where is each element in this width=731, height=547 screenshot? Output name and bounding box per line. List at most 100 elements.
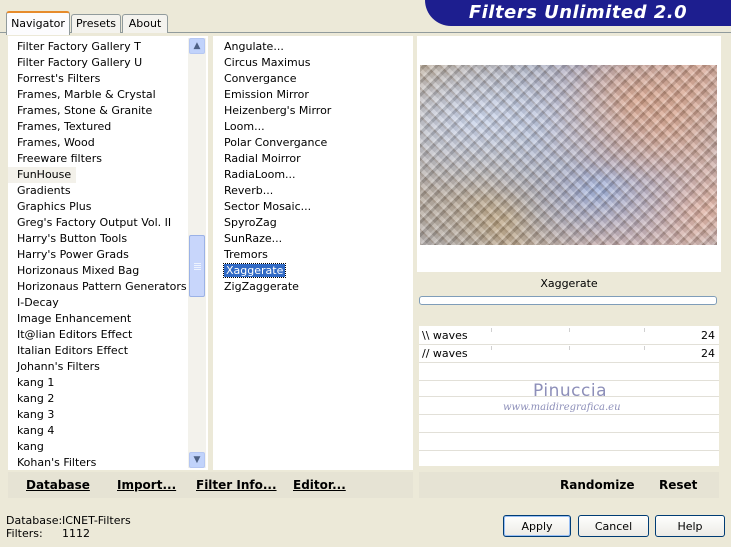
filter-item-label: Heizenberg's Mirror: [224, 104, 332, 117]
import-button[interactable]: Import...: [117, 478, 176, 492]
randomize-button[interactable]: Randomize: [560, 478, 634, 492]
category-item-label: I-Decay: [17, 296, 59, 309]
category-item[interactable]: Frames, Wood: [8, 135, 208, 151]
param-divider: [419, 432, 719, 433]
category-item-label: Frames, Wood: [17, 136, 95, 149]
tab-about[interactable]: About: [122, 14, 168, 33]
reset-button[interactable]: Reset: [659, 478, 697, 492]
filter-item-label: Reverb...: [224, 184, 274, 197]
filter-item[interactable]: SunRaze...: [213, 231, 413, 247]
category-item[interactable]: Graphics Plus: [8, 199, 208, 215]
watermark-name: Pinuccia: [533, 381, 607, 401]
category-item[interactable]: Gradients: [8, 183, 208, 199]
filter-item[interactable]: Emission Mirror: [213, 87, 413, 103]
category-item[interactable]: kang 1: [8, 375, 208, 391]
category-item-label: Filter Factory Gallery U: [17, 56, 143, 69]
filter-list[interactable]: Angulate... Circus Maximus Convergance Emis…: [213, 36, 413, 470]
scrollbar-thumb[interactable]: [189, 235, 205, 297]
category-item[interactable]: Horizonaus Mixed Bag: [8, 263, 208, 279]
category-item[interactable]: It@lian Editors Effect: [8, 327, 208, 343]
filters-count-label: Filters:: [6, 527, 43, 540]
editor-button[interactable]: Editor...: [293, 478, 346, 492]
filter-item-label: ZigZaggerate: [224, 280, 299, 293]
filter-item-label: Angulate...: [224, 40, 284, 53]
filter-item[interactable]: Circus Maximus: [213, 55, 413, 71]
category-item-label: FunHouse: [8, 167, 77, 183]
category-item[interactable]: Forrest's Filters: [8, 71, 208, 87]
category-item-label: kang 4: [17, 424, 55, 437]
category-item[interactable]: Horizonaus Pattern Generators: [8, 279, 208, 295]
category-item[interactable]: Filter Factory Gallery U: [8, 55, 208, 71]
help-button[interactable]: Help: [655, 515, 725, 537]
category-item-label: Horizonaus Mixed Bag: [17, 264, 140, 277]
filter-item-label: SunRaze...: [224, 232, 283, 245]
filter-item-label: Tremors: [224, 248, 268, 261]
filter-item[interactable]: SpyroZag: [213, 215, 413, 231]
category-item[interactable]: Harry's Power Grads: [8, 247, 208, 263]
param-divider: [419, 450, 719, 451]
category-item[interactable]: Freeware filters: [8, 151, 208, 167]
category-item[interactable]: Kohan's Filters: [8, 455, 208, 471]
cancel-button[interactable]: Cancel: [578, 515, 649, 537]
chevron-up-icon[interactable]: ▲: [189, 38, 205, 54]
category-item[interactable]: kang 3: [8, 407, 208, 423]
category-item[interactable]: Johann's Filters: [8, 359, 208, 375]
category-item-label: Frames, Textured: [17, 120, 112, 133]
tab-navigator[interactable]: Navigator: [6, 11, 70, 35]
category-item-label: Harry's Button Tools: [17, 232, 128, 245]
category-item-label: kang 3: [17, 408, 55, 421]
category-item[interactable]: I-Decay: [8, 295, 208, 311]
category-item[interactable]: Greg's Factory Output Vol. II: [8, 215, 208, 231]
database-info: Database:ICNET-Filters Filters: 1112: [6, 514, 131, 540]
filter-item[interactable]: Tremors: [213, 247, 413, 263]
filter-item[interactable]: RadiaLoom...: [213, 167, 413, 183]
category-item-label: Greg's Factory Output Vol. II: [17, 216, 172, 229]
preview-image: [420, 65, 717, 245]
filter-item-label: Loom...: [224, 120, 265, 133]
category-item[interactable]: kang 4: [8, 423, 208, 439]
filter-item[interactable]: Radial Moirror: [213, 151, 413, 167]
filter-item[interactable]: Xaggerate: [213, 263, 413, 279]
category-item[interactable]: Frames, Textured: [8, 119, 208, 135]
app-title-banner: Filters Unlimited 2.0: [425, 0, 731, 26]
filter-item-label: Sector Mosaic...: [224, 200, 312, 213]
filter-item[interactable]: Reverb...: [213, 183, 413, 199]
category-item[interactable]: Image Enhancement: [8, 311, 208, 327]
filter-item[interactable]: Heizenberg's Mirror: [213, 103, 413, 119]
category-item-label: Frames, Marble & Crystal: [17, 88, 156, 101]
category-item[interactable]: Frames, Marble & Crystal: [8, 87, 208, 103]
category-item[interactable]: FunHouse: [8, 167, 208, 183]
category-item[interactable]: Frames, Stone & Granite: [8, 103, 208, 119]
filter-item[interactable]: Convergance: [213, 71, 413, 87]
filter-info-button[interactable]: Filter Info...: [196, 478, 277, 492]
database-value: ICNET-Filters: [62, 514, 131, 527]
filter-item-label: RadiaLoom...: [224, 168, 296, 181]
category-item[interactable]: Filter Factory Gallery T: [8, 39, 208, 55]
param-row[interactable]: // waves 24: [419, 346, 719, 363]
tab-presets[interactable]: Presets: [71, 14, 121, 33]
filter-item-label: Convergance: [224, 72, 297, 85]
filter-item-label: Xaggerate: [222, 263, 287, 278]
category-item[interactable]: Italian Editors Effect: [8, 343, 208, 359]
filter-item-label: SpyroZag: [224, 216, 277, 229]
filter-item-label: Polar Convergance: [224, 136, 328, 149]
category-item[interactable]: Harry's Button Tools: [8, 231, 208, 247]
filter-item[interactable]: Sector Mosaic...: [213, 199, 413, 215]
filter-item[interactable]: Loom...: [213, 119, 413, 135]
category-item[interactable]: kang: [8, 439, 208, 455]
apply-button[interactable]: Apply: [503, 515, 571, 537]
param-name: // waves: [422, 347, 468, 360]
database-button[interactable]: Database: [26, 478, 90, 492]
category-item[interactable]: kang 2: [8, 391, 208, 407]
filter-item[interactable]: Angulate...: [213, 39, 413, 55]
param-divider: [419, 414, 719, 415]
param-row[interactable]: \\ waves 24: [419, 328, 719, 345]
filters-count-value: 1112: [62, 527, 90, 540]
filter-item[interactable]: Polar Convergance: [213, 135, 413, 151]
filter-item[interactable]: ZigZaggerate: [213, 279, 413, 295]
chevron-down-icon[interactable]: ▼: [189, 452, 205, 468]
category-item-label: Image Enhancement: [17, 312, 132, 325]
filter-item-label: Radial Moirror: [224, 152, 301, 165]
category-list[interactable]: Filter Factory Gallery T Filter Factory G…: [8, 36, 208, 470]
category-scrollbar[interactable]: ▲ ▼: [188, 38, 206, 468]
